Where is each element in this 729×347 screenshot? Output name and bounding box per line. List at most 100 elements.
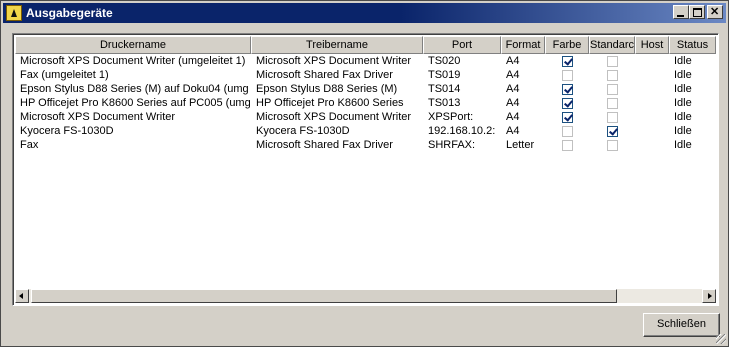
col-status-cell: Idle bbox=[674, 83, 692, 95]
col-format-cell: A4 bbox=[506, 97, 520, 109]
output-devices-window: Ausgabegeräte DruckernameTreibernamePort… bbox=[0, 0, 729, 347]
col-farbe-cell bbox=[545, 110, 589, 124]
col-farbe-cell bbox=[545, 82, 589, 96]
scroll-left-icon[interactable] bbox=[15, 289, 29, 303]
col-host-cell bbox=[635, 54, 669, 68]
scroll-right-icon[interactable] bbox=[702, 289, 716, 303]
col-druckername-cell: Fax bbox=[20, 139, 39, 151]
col-host-cell bbox=[635, 82, 669, 96]
table-row[interactable]: Fax (umgeleitet 1) Microsoft Shared Fax D… bbox=[15, 68, 716, 82]
col-druckername-cell: Microsoft XPS Document Writer bbox=[20, 111, 176, 123]
col-standard-cell bbox=[589, 124, 635, 138]
col-status-cell: Idle bbox=[674, 97, 692, 109]
header-col-treibername[interactable]: Treibername bbox=[251, 36, 423, 54]
col-standard-cell bbox=[589, 138, 635, 152]
col-format-cell: A4 bbox=[506, 83, 520, 95]
col-farbe-cell bbox=[545, 68, 589, 82]
col-treibername-cell: Microsoft Shared Fax Driver bbox=[256, 69, 393, 81]
col-format-cell: A4 bbox=[506, 69, 520, 81]
table-header: Druckername Treibername Port Format Farbe Sta… bbox=[15, 36, 716, 54]
col-druckername-cell: Epson Stylus D88 Series (M) auf Doku04 (… bbox=[20, 83, 249, 95]
minimize-icon[interactable] bbox=[673, 5, 689, 19]
col-host-cell bbox=[635, 124, 669, 138]
col-standard-cell bbox=[589, 82, 635, 96]
table-row[interactable]: Microsoft XPS Document Writer (umgeleite… bbox=[15, 54, 716, 68]
table-row[interactable]: Microsoft XPS Document Writer Microsoft X… bbox=[15, 110, 716, 124]
col-format-cell: A4 bbox=[506, 125, 520, 137]
header-col-host[interactable]: Host bbox=[635, 36, 669, 54]
col-standard-cell bbox=[589, 110, 635, 124]
col-farbe-cell bbox=[545, 54, 589, 68]
col-port-cell: XPSPort: bbox=[428, 111, 474, 123]
col-treibername-cell: Microsoft Shared Fax Driver bbox=[256, 139, 393, 151]
default-checkbox[interactable] bbox=[606, 126, 618, 137]
col-host-cell bbox=[635, 138, 669, 152]
scrollbar-thumb[interactable] bbox=[31, 289, 617, 303]
close-button[interactable]: Schließen bbox=[643, 313, 720, 337]
header-col-status[interactable]: Status bbox=[669, 36, 716, 54]
col-druckername-cell: HP Officejet Pro K8600 Series auf PC005 … bbox=[20, 97, 251, 109]
col-port-cell: TS020 bbox=[428, 55, 461, 67]
table-row[interactable]: HP Officejet Pro K8600 Series auf PC005 … bbox=[15, 96, 716, 110]
table-row[interactable]: Epson Stylus D88 Series (M) auf Doku04 (… bbox=[15, 82, 716, 96]
default-checkbox[interactable] bbox=[606, 56, 618, 67]
col-host-cell bbox=[635, 110, 669, 124]
color-checkbox[interactable] bbox=[561, 84, 573, 95]
col-port-cell: TS019 bbox=[428, 69, 461, 81]
col-format-cell: Letter bbox=[506, 139, 535, 151]
col-port-cell: 192.168.10.2: bbox=[428, 125, 496, 137]
col-status-cell: Idle bbox=[674, 55, 692, 67]
col-farbe-cell bbox=[545, 96, 589, 110]
col-status-cell: Idle bbox=[674, 139, 692, 151]
col-status-cell: Idle bbox=[674, 69, 692, 81]
col-standard-cell bbox=[589, 96, 635, 110]
col-druckername-cell: Kyocera FS-1030D bbox=[20, 125, 114, 137]
color-checkbox[interactable] bbox=[561, 70, 573, 81]
header-col-druckername[interactable]: Druckername bbox=[15, 36, 251, 54]
header-col-port[interactable]: Port bbox=[423, 36, 501, 54]
col-treibername-cell: Epson Stylus D88 Series (M) bbox=[256, 83, 398, 95]
close-icon[interactable] bbox=[707, 5, 723, 19]
col-port-cell: TS013 bbox=[428, 97, 461, 109]
color-checkbox[interactable] bbox=[561, 140, 573, 151]
color-checkbox[interactable] bbox=[561, 112, 573, 123]
col-standard-cell bbox=[589, 54, 635, 68]
col-treibername-cell: Microsoft XPS Document Writer bbox=[256, 55, 412, 67]
col-port-cell: TS014 bbox=[428, 83, 461, 95]
maximize-icon[interactable] bbox=[689, 5, 705, 19]
color-checkbox[interactable] bbox=[561, 98, 573, 109]
col-status-cell: Idle bbox=[674, 125, 692, 137]
resize-grip-icon[interactable] bbox=[716, 334, 726, 344]
col-druckername-cell: Microsoft XPS Document Writer (umgeleite… bbox=[20, 55, 246, 67]
header-col-standard[interactable]: Standarc bbox=[589, 36, 635, 54]
col-status-cell: Idle bbox=[674, 111, 692, 123]
horizontal-scrollbar[interactable] bbox=[15, 289, 716, 303]
col-standard-cell bbox=[589, 68, 635, 82]
default-checkbox[interactable] bbox=[606, 70, 618, 81]
color-checkbox[interactable] bbox=[561, 126, 573, 137]
col-treibername-cell: Kyocera FS-1030D bbox=[256, 125, 350, 137]
col-format-cell: A4 bbox=[506, 55, 520, 67]
color-checkbox[interactable] bbox=[561, 56, 573, 67]
col-farbe-cell bbox=[545, 138, 589, 152]
col-treibername-cell: HP Officejet Pro K8600 Series bbox=[256, 97, 404, 109]
title-bar[interactable]: Ausgabegeräte bbox=[3, 3, 726, 23]
default-checkbox[interactable] bbox=[606, 98, 618, 109]
printer-table[interactable]: Druckername Treibername Port Format Farbe Sta… bbox=[12, 33, 719, 306]
col-treibername-cell: Microsoft XPS Document Writer bbox=[256, 111, 412, 123]
header-col-format[interactable]: Format bbox=[501, 36, 545, 54]
col-druckername-cell: Fax (umgeleitet 1) bbox=[20, 69, 109, 81]
col-host-cell bbox=[635, 68, 669, 82]
header-col-farbe[interactable]: Farbe bbox=[545, 36, 589, 54]
table-row[interactable]: Kyocera FS-1030D Kyocera FS-1030D 192.168.… bbox=[15, 124, 716, 138]
default-checkbox[interactable] bbox=[606, 84, 618, 95]
app-icon bbox=[6, 5, 22, 21]
col-format-cell: A4 bbox=[506, 111, 520, 123]
default-checkbox[interactable] bbox=[606, 140, 618, 151]
table-row[interactable]: Fax Microsoft Shared Fax Driver SHRFAX: Let… bbox=[15, 138, 716, 152]
table-body: Microsoft XPS Document Writer (umgeleite… bbox=[15, 54, 716, 152]
col-farbe-cell bbox=[545, 124, 589, 138]
col-port-cell: SHRFAX: bbox=[428, 139, 476, 151]
window-title: Ausgabegeräte bbox=[26, 6, 113, 20]
default-checkbox[interactable] bbox=[606, 112, 618, 123]
